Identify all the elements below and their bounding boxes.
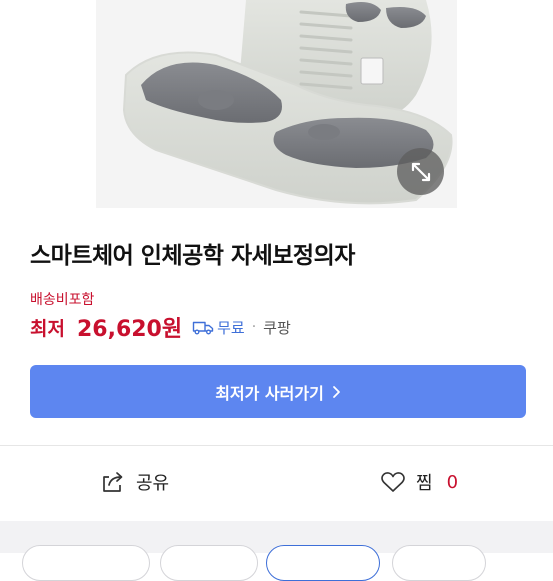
filter-chip[interactable]: [22, 545, 150, 581]
chevron-right-icon: [332, 385, 341, 399]
divider: [0, 445, 553, 446]
expand-button[interactable]: [397, 148, 444, 195]
price-prefix: 최저: [30, 317, 65, 340]
product-title: 스마트체어 인체공학 자세보정의자: [30, 243, 355, 269]
buy-lowest-price-button[interactable]: 최저가 사러가기: [30, 365, 526, 418]
expand-icon: [411, 162, 430, 181]
share-button[interactable]: 공유: [100, 464, 169, 500]
like-label: 찜: [416, 473, 433, 494]
heart-icon: [381, 472, 405, 492]
filter-chip[interactable]: [392, 545, 486, 581]
filter-chip-active[interactable]: [266, 545, 380, 581]
product-image-area: [0, 0, 553, 210]
price-value: 26,620원: [76, 317, 183, 342]
truck-icon: [192, 321, 214, 334]
like-button[interactable]: 찜 0: [380, 464, 458, 500]
free-shipping-badge: 무료: [192, 317, 245, 338]
share-icon: [103, 472, 123, 492]
buy-button-label: 최저가 사러가기: [215, 383, 324, 403]
shipping-label: 배송비포함: [30, 292, 95, 308]
filter-chip[interactable]: [160, 545, 258, 581]
separator-dot: ·: [251, 319, 257, 335]
price-row: 최저 26,620원 무료 · 쿠팡: [30, 312, 291, 342]
free-shipping-label: 무료: [217, 318, 245, 337]
seller-name: 쿠팡: [263, 318, 291, 337]
like-count: 0: [446, 471, 459, 493]
share-label: 공유: [136, 473, 170, 494]
